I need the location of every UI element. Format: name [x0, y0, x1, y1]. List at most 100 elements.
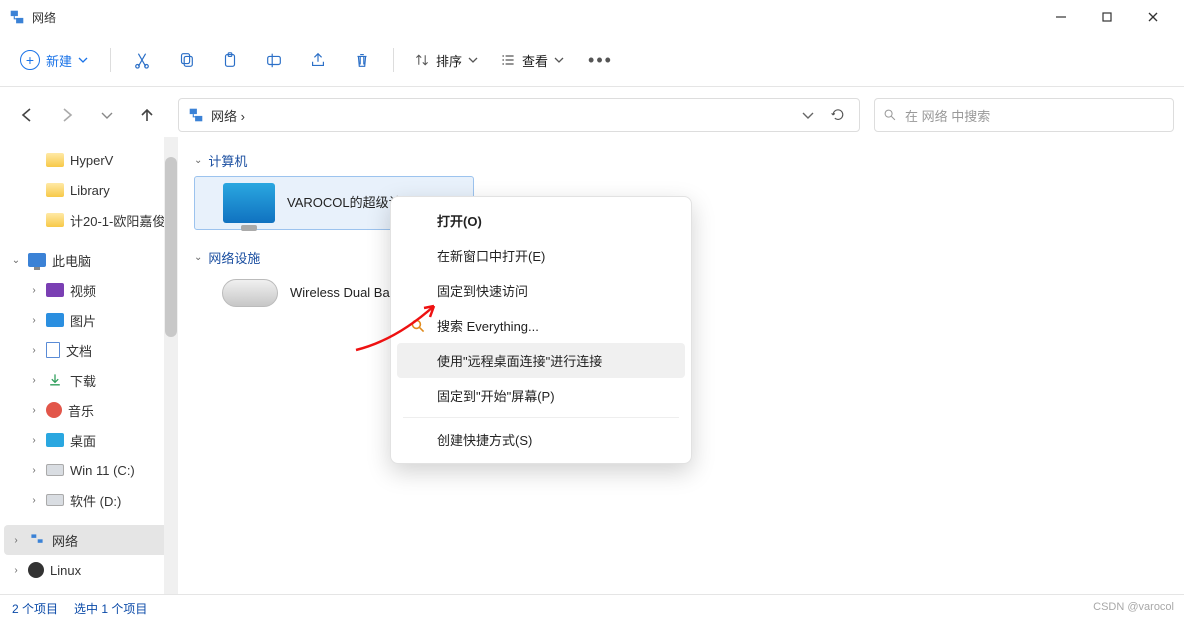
delete-button[interactable] — [343, 41, 381, 79]
chevron-right-icon: › — [28, 435, 40, 446]
chevron-right-icon: › — [28, 495, 40, 506]
status-bar: 2 个项目 选中 1 个项目 — [0, 594, 1184, 622]
chevron-down-icon: ⌄ — [194, 252, 202, 263]
ctx-remote-desktop[interactable]: 使用"远程桌面连接"进行连接 — [397, 343, 685, 378]
plus-icon: + — [20, 50, 40, 70]
separator — [393, 48, 394, 72]
scrollbar-thumb[interactable] — [165, 157, 177, 337]
sort-button[interactable]: 排序 — [406, 45, 486, 76]
minimize-button[interactable] — [1038, 1, 1084, 33]
forward-button[interactable] — [50, 98, 84, 132]
sidebar-item-drive-d[interactable]: ›软件 (D:) — [4, 485, 174, 515]
computer-icon — [28, 253, 46, 267]
more-button[interactable]: ••• — [578, 50, 623, 71]
sidebar-item-pictures[interactable]: ›图片 — [4, 305, 174, 335]
up-button[interactable] — [130, 98, 164, 132]
close-button[interactable] — [1130, 1, 1176, 33]
search-icon — [883, 108, 897, 122]
address-bar[interactable]: 网络 › — [178, 98, 860, 132]
ctx-pin-start[interactable]: 固定到"开始"屏幕(P) — [397, 378, 685, 413]
sidebar-item-linux[interactable]: ›Linux — [4, 555, 174, 585]
window-title: 网络 — [32, 9, 56, 26]
linux-icon — [28, 562, 44, 578]
share-button[interactable] — [299, 41, 337, 79]
new-button[interactable]: + 新建 — [10, 44, 98, 76]
window-controls — [1038, 1, 1176, 33]
divider — [0, 86, 1184, 87]
ctx-open[interactable]: 打开(O) — [397, 203, 685, 238]
view-button[interactable]: 查看 — [492, 45, 572, 76]
sort-icon — [414, 52, 430, 68]
network-icon — [28, 533, 46, 547]
maximize-button[interactable] — [1084, 1, 1130, 33]
status-selected: 选中 1 个项目 — [74, 600, 147, 617]
videos-icon — [46, 283, 64, 297]
documents-icon — [46, 342, 60, 358]
router-icon — [222, 279, 278, 307]
desktop-icon — [46, 433, 64, 447]
separator — [110, 48, 111, 72]
computer-item-label: VAROCOL的超级计 — [287, 194, 402, 212]
status-count: 2 个项目 — [12, 600, 58, 617]
chevron-right-icon: › — [10, 565, 22, 576]
back-button[interactable] — [10, 98, 44, 132]
sidebar-item-drive-c[interactable]: ›Win 11 (C:) — [4, 455, 174, 485]
folder-icon — [46, 183, 64, 197]
sidebar-item-thispc[interactable]: ⌄此电脑 — [4, 245, 174, 275]
chevron-down-icon — [468, 55, 478, 65]
chevron-right-icon: › — [28, 285, 40, 296]
address-dropdown[interactable] — [793, 100, 823, 130]
ctx-search-everything[interactable]: 搜索 Everything... — [397, 308, 685, 343]
recent-button[interactable] — [90, 98, 124, 132]
chevron-right-icon: › — [10, 535, 22, 546]
sidebar-item-library[interactable]: Library — [4, 175, 174, 205]
chevron-right-icon: › — [28, 345, 40, 356]
sidebar-item-network[interactable]: ›网络 — [4, 525, 174, 555]
context-menu: 打开(O) 在新窗口中打开(E) 固定到快速访问 搜索 Everything..… — [390, 196, 692, 464]
drive-icon — [46, 494, 64, 506]
sidebar-item-hyperv[interactable]: HyperV — [4, 145, 174, 175]
sidebar-item-desktop[interactable]: ›桌面 — [4, 425, 174, 455]
folder-icon — [46, 213, 64, 227]
chevron-right-icon: › — [28, 375, 40, 386]
sidebar-item-music[interactable]: ›音乐 — [4, 395, 174, 425]
sidebar-item-class[interactable]: 计20-1-欧阳嘉俊 — [4, 205, 174, 235]
title-bar: 网络 — [0, 0, 1184, 34]
network-icon — [187, 106, 205, 124]
sidebar-item-documents[interactable]: ›文档 — [4, 335, 174, 365]
chevron-right-icon: › — [28, 465, 40, 476]
address-path: 网络 › — [211, 106, 793, 125]
drive-icon — [46, 464, 64, 476]
search-icon — [409, 317, 427, 335]
copy-button[interactable] — [167, 41, 205, 79]
group-computers[interactable]: ⌄计算机 — [194, 147, 1174, 176]
folder-icon — [46, 153, 64, 167]
search-input[interactable]: 在 网络 中搜索 — [874, 98, 1174, 132]
sidebar-item-downloads[interactable]: ›下载 — [4, 365, 174, 395]
ctx-open-new-window[interactable]: 在新窗口中打开(E) — [397, 238, 685, 273]
download-icon — [46, 372, 64, 388]
network-icon — [8, 8, 26, 26]
ctx-create-shortcut[interactable]: 创建快捷方式(S) — [397, 422, 685, 457]
search-placeholder: 在 网络 中搜索 — [905, 106, 990, 125]
watermark: CSDN @varocol — [1093, 601, 1174, 613]
paste-button[interactable] — [211, 41, 249, 79]
view-icon — [500, 52, 516, 68]
chevron-down-icon — [78, 55, 88, 65]
refresh-button[interactable] — [823, 100, 853, 130]
ctx-pin-quick-access[interactable]: 固定到快速访问 — [397, 273, 685, 308]
chevron-down-icon: ⌄ — [10, 255, 22, 266]
sort-label: 排序 — [436, 51, 462, 70]
scrollbar[interactable] — [164, 137, 178, 595]
separator — [403, 417, 679, 418]
cut-button[interactable] — [123, 41, 161, 79]
chevron-down-icon — [554, 55, 564, 65]
view-label: 查看 — [522, 51, 548, 70]
chevron-right-icon: › — [28, 315, 40, 326]
new-label: 新建 — [46, 51, 72, 70]
sidebar-item-videos[interactable]: ›视频 — [4, 275, 174, 305]
toolbar: + 新建 排序 查看 ••• — [0, 34, 1184, 86]
rename-button[interactable] — [255, 41, 293, 79]
music-icon — [46, 402, 62, 418]
chevron-down-icon: ⌄ — [194, 155, 202, 166]
